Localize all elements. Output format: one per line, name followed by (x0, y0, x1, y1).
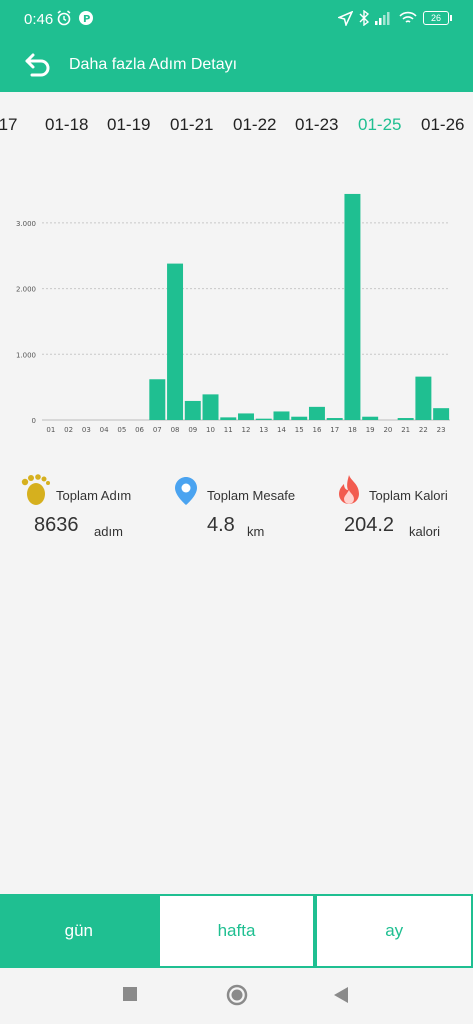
tab-week[interactable]: hafta (157, 894, 316, 968)
y-tick-label: 3.000 (16, 220, 36, 228)
x-tick-label: 05 (117, 426, 126, 434)
date-item[interactable]: 01-22 (233, 115, 276, 135)
location-pin-icon (175, 477, 197, 505)
x-tick-label: 17 (330, 426, 339, 434)
x-tick-label: 04 (100, 426, 109, 434)
bar-23 (433, 408, 450, 420)
x-tick-label: 13 (259, 426, 268, 434)
period-tabs: gün hafta ay (0, 894, 473, 968)
bar-11 (220, 417, 237, 420)
x-tick-label: 08 (171, 426, 180, 434)
status-time: 0:46 (24, 11, 54, 28)
bluetooth-icon (359, 10, 369, 26)
tab-month[interactable]: ay (315, 894, 473, 968)
stat-unit: kalori (409, 524, 441, 539)
x-tick-label: 16 (312, 426, 321, 434)
x-tick-label: 22 (419, 426, 428, 434)
bar-chart: 0 1.000 2.000 3.000 01 02 03 04 05 06 07 08 09 10 11 12… (16, 193, 450, 434)
x-tick-label: 06 (135, 426, 144, 434)
x-tick-label: 14 (277, 426, 286, 434)
bar-09 (184, 400, 201, 420)
bar-21 (397, 418, 414, 420)
y-tick-label: 1.000 (16, 351, 36, 359)
location-arrow-icon (338, 10, 353, 26)
back-triangle-icon[interactable] (333, 986, 349, 1004)
x-tick-label: 03 (82, 426, 91, 434)
x-tick-label: 09 (188, 426, 197, 434)
stat-label: Toplam Kalori (369, 488, 448, 503)
bar-13 (255, 418, 272, 420)
date-item[interactable]: 01-18 (45, 115, 88, 135)
system-nav-bar (0, 968, 473, 1024)
x-tick-label: 11 (224, 426, 233, 434)
bar-18 (344, 193, 361, 420)
back-arrow-icon[interactable] (24, 52, 52, 78)
y-tick-label: 0 (32, 417, 36, 425)
tab-day[interactable]: gün (0, 894, 158, 968)
bar-15 (291, 416, 308, 420)
date-item[interactable]: 01-23 (295, 115, 338, 135)
stat-unit: adım (94, 524, 123, 539)
totals-section: Toplam Adım 8636 adım Toplam Mesafe 4.8 … (0, 472, 473, 552)
x-tick-label: 10 (206, 426, 215, 434)
flame-icon (339, 475, 359, 504)
footprints-icon (21, 474, 50, 505)
bar-19 (362, 416, 379, 420)
stat-value: 8636 (34, 514, 79, 536)
home-circle-icon[interactable] (226, 984, 248, 1006)
signal-icon (375, 12, 390, 25)
x-tick-label: 23 (437, 426, 446, 434)
bar-08 (167, 263, 184, 420)
stat-label: Toplam Mesafe (207, 488, 296, 503)
wifi-icon (399, 11, 417, 23)
date-item[interactable]: 01-19 (107, 115, 150, 135)
bar-22 (415, 376, 432, 420)
x-tick-label: 02 (64, 426, 73, 434)
status-bar: 0:46 P 26 (0, 0, 473, 38)
app-notification-icon: P (79, 11, 93, 25)
bar-14 (273, 411, 290, 420)
stat-value: 4.8 (207, 514, 235, 536)
x-tick-label: 18 (348, 426, 357, 434)
stat-label: Toplam Adım (56, 488, 132, 503)
x-tick-label: 19 (366, 426, 375, 434)
x-tick-label: 21 (401, 426, 410, 434)
recents-square-icon[interactable] (122, 986, 138, 1002)
x-tick-label: 12 (242, 426, 251, 434)
date-item[interactable]: 01-26 (421, 115, 464, 135)
date-item[interactable]: 01-17 (0, 115, 17, 135)
stat-value: 204.2 (344, 514, 395, 536)
app-header: Daha fazla Adım Detayı (0, 38, 473, 92)
hourly-steps-chart: 0 1.000 2.000 3.000 01 02 03 04 05 06 07 08 09 10 11 12… (0, 180, 473, 450)
stat-unit: km (247, 524, 265, 539)
svg-text:P: P (83, 14, 90, 25)
date-selector[interactable]: 01-17 01-18 01-19 01-21 01-22 01-23 01-2… (0, 92, 473, 156)
bar-16 (308, 406, 325, 420)
battery-icon: 26 (423, 11, 452, 25)
alarm-icon (57, 10, 71, 26)
date-item[interactable]: 01-21 (170, 115, 213, 135)
x-tick-label: 15 (295, 426, 304, 434)
x-tick-label: 20 (383, 426, 392, 434)
y-tick-label: 2.000 (16, 286, 36, 294)
bar-10 (202, 394, 219, 420)
page-title: Daha fazla Adım Detayı (69, 56, 238, 73)
bar-12 (238, 413, 254, 420)
x-tick-label: 01 (46, 426, 55, 434)
bar-07 (149, 379, 166, 420)
bar-17 (326, 418, 343, 420)
x-tick-label: 07 (153, 426, 162, 434)
date-item-selected[interactable]: 01-25 (358, 115, 401, 135)
